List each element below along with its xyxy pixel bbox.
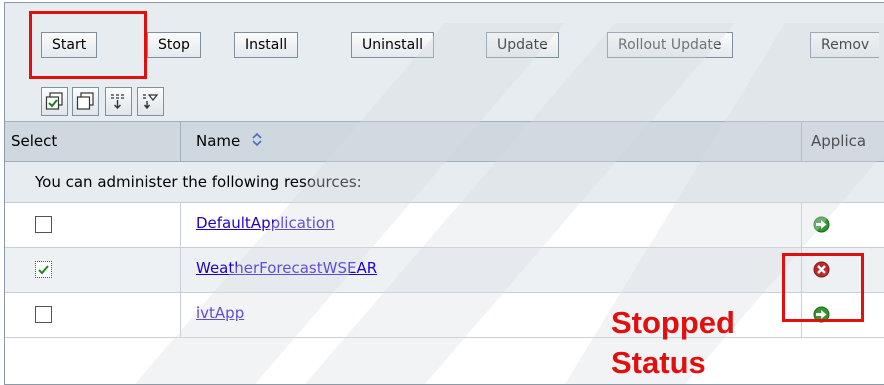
remove-button[interactable]: Remov xyxy=(810,32,880,58)
column-divider xyxy=(801,203,802,247)
column-name[interactable]: Name xyxy=(196,122,263,161)
deselect-all-icon[interactable] xyxy=(72,87,99,116)
application-console-panel: Start Stop Install Uninstall Update Roll… xyxy=(4,2,884,385)
application-link[interactable]: WeatherForecastWSEAR xyxy=(196,259,377,277)
column-divider xyxy=(801,122,802,161)
application-link[interactable]: ivtApp xyxy=(196,304,244,322)
column-divider xyxy=(180,293,181,337)
column-select: Select xyxy=(11,132,58,150)
application-link[interactable]: DefaultApplication xyxy=(196,214,335,232)
stopped-annotation: Stopped xyxy=(611,305,735,340)
column-divider xyxy=(180,248,181,292)
update-button[interactable]: Update xyxy=(486,32,559,58)
table-header: Select Name Applica xyxy=(5,121,884,162)
table-row: WeatherForecastWSEAR xyxy=(5,248,884,293)
row-select-checkbox[interactable] xyxy=(35,216,52,233)
column-application-status: Applica xyxy=(811,132,867,150)
uninstall-button[interactable]: Uninstall xyxy=(351,32,435,58)
start-button-highlight xyxy=(29,11,147,79)
sort-icon[interactable] xyxy=(251,122,263,161)
table-row: ivtApp xyxy=(5,293,884,338)
stopped-status-highlight xyxy=(782,253,864,322)
row-select-checkbox[interactable] xyxy=(35,261,52,278)
column-name-label: Name xyxy=(196,132,241,150)
table-row: DefaultApplication xyxy=(5,203,884,248)
row-select-checkbox[interactable] xyxy=(35,306,52,323)
column-divider xyxy=(180,122,181,161)
status-annotation: Status xyxy=(611,345,706,380)
running-status-icon xyxy=(813,216,830,233)
filter-icon[interactable] xyxy=(137,87,164,116)
stop-button[interactable]: Stop xyxy=(147,32,201,58)
rollout-update-button[interactable]: Rollout Update xyxy=(607,32,733,58)
install-button[interactable]: Install xyxy=(234,32,299,58)
expand-filter-icon[interactable] xyxy=(105,87,132,116)
select-all-icon[interactable] xyxy=(41,87,68,116)
column-divider xyxy=(180,203,181,247)
resources-message: You can administer the following resourc… xyxy=(5,162,884,203)
